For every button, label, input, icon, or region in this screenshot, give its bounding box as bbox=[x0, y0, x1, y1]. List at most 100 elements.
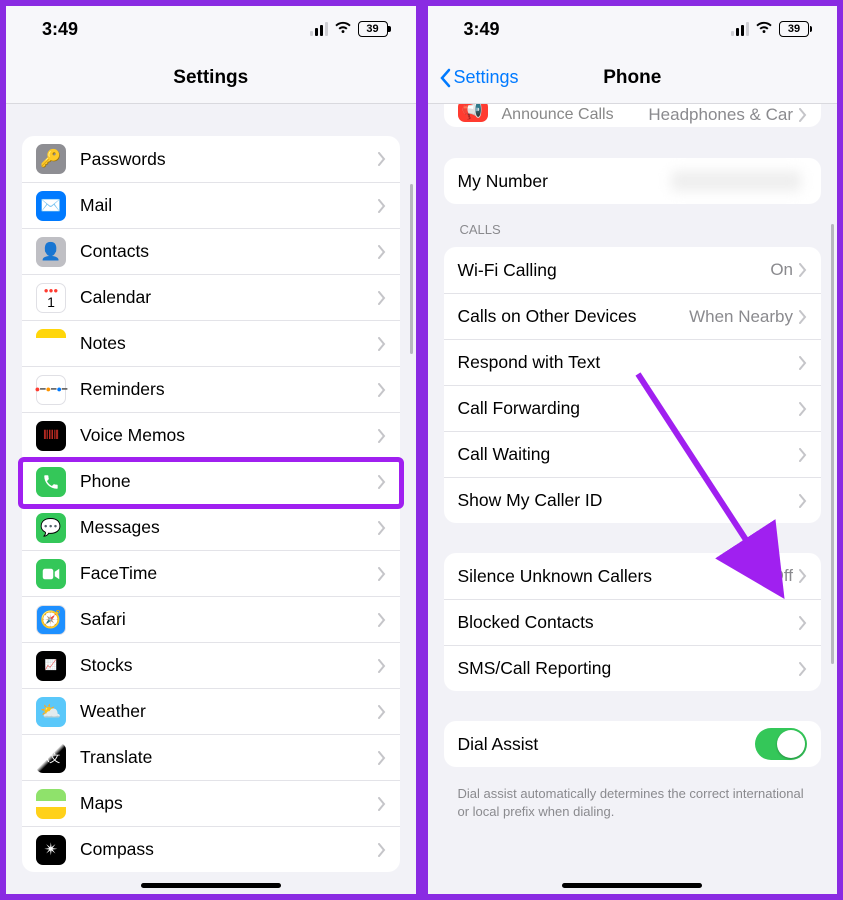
cell-label: Mail bbox=[80, 195, 378, 216]
weather-icon: ⛅ bbox=[36, 697, 66, 727]
dial-assist-toggle[interactable] bbox=[755, 728, 807, 760]
chevron-right-icon bbox=[799, 108, 807, 122]
chevron-right-icon bbox=[799, 569, 807, 583]
back-button[interactable]: Settings bbox=[428, 67, 519, 88]
cell-silence-unknown-callers[interactable]: Silence Unknown Callers Off bbox=[444, 553, 822, 599]
cell-announce-calls[interactable]: 📢 Announce Calls Headphones & Car bbox=[444, 104, 822, 127]
cell-call-forwarding[interactable]: Call Forwarding bbox=[444, 385, 822, 431]
cell-passwords[interactable]: 🔑 Passwords bbox=[22, 136, 400, 182]
chevron-right-icon bbox=[799, 662, 807, 676]
cell-maps[interactable]: Maps bbox=[22, 780, 400, 826]
nav-title: Settings bbox=[6, 67, 416, 89]
cell-mail[interactable]: ✉️ Mail bbox=[22, 182, 400, 228]
chevron-right-icon bbox=[799, 263, 807, 277]
cell-label: Stocks bbox=[80, 655, 378, 676]
cell-label: Notes bbox=[80, 333, 378, 354]
stocks-icon: 📈 bbox=[36, 651, 66, 681]
translate-icon: A文 bbox=[36, 743, 66, 773]
chevron-right-icon bbox=[378, 152, 386, 166]
cell-detail: On bbox=[770, 260, 793, 280]
cell-label: My Number bbox=[458, 171, 672, 192]
cell-label: Voice Memos bbox=[80, 425, 378, 446]
cell-dial-assist[interactable]: Dial Assist bbox=[444, 721, 822, 767]
cell-translate[interactable]: A文 Translate bbox=[22, 734, 400, 780]
chevron-right-icon bbox=[378, 337, 386, 351]
calendar-icon: ●●●1 bbox=[36, 283, 66, 313]
home-indicator[interactable] bbox=[141, 883, 281, 888]
cell-voicememos[interactable]: ⦀⦀⦀ Voice Memos bbox=[22, 412, 400, 458]
cell-label: Call Forwarding bbox=[458, 398, 800, 419]
cell-detail: When Nearby bbox=[689, 307, 793, 327]
wifi-icon bbox=[334, 19, 352, 40]
group-header-calls: CALLS bbox=[428, 216, 838, 243]
facetime-icon bbox=[36, 559, 66, 589]
cell-safari[interactable]: 🧭 Safari bbox=[22, 596, 400, 642]
cell-facetime[interactable]: FaceTime bbox=[22, 550, 400, 596]
cell-label: Safari bbox=[80, 609, 378, 630]
settings-group: 🔑 Passwords ✉️ Mail 👤 Contacts ●●●1 Cale… bbox=[22, 136, 400, 872]
cell-calendar[interactable]: ●●●1 Calendar bbox=[22, 274, 400, 320]
scroll-indicator[interactable] bbox=[410, 184, 413, 354]
cell-detail: Headphones & Car bbox=[648, 105, 793, 125]
cell-compass[interactable]: ✴︎ Compass bbox=[22, 826, 400, 872]
cell-call-waiting[interactable]: Call Waiting bbox=[444, 431, 822, 477]
scroll-indicator[interactable] bbox=[831, 224, 834, 664]
safari-icon: 🧭 bbox=[36, 605, 66, 635]
cell-label: Reminders bbox=[80, 379, 378, 400]
chevron-right-icon bbox=[799, 616, 807, 630]
home-indicator[interactable] bbox=[562, 883, 702, 888]
cell-show-caller-id[interactable]: Show My Caller ID bbox=[444, 477, 822, 523]
battery-icon: 39 bbox=[779, 21, 809, 37]
reminders-icon: ●━●━●━ bbox=[36, 375, 66, 405]
cell-sms-call-reporting[interactable]: SMS/Call Reporting bbox=[444, 645, 822, 691]
status-right: 39 bbox=[731, 19, 809, 40]
cell-label: Weather bbox=[80, 701, 378, 722]
chevron-right-icon bbox=[378, 659, 386, 673]
cell-calls-other-devices[interactable]: Calls on Other Devices When Nearby bbox=[444, 293, 822, 339]
cell-notes[interactable]: Notes bbox=[22, 320, 400, 366]
chevron-right-icon bbox=[378, 797, 386, 811]
messages-icon: 💬 bbox=[36, 513, 66, 543]
mail-icon: ✉️ bbox=[36, 191, 66, 221]
cell-label: FaceTime bbox=[80, 563, 378, 584]
key-icon: 🔑 bbox=[36, 144, 66, 174]
cell-blocked-contacts[interactable]: Blocked Contacts bbox=[444, 599, 822, 645]
calls-group: Wi-Fi Calling On Calls on Other Devices … bbox=[444, 247, 822, 523]
chevron-right-icon bbox=[378, 521, 386, 535]
chevron-right-icon bbox=[799, 310, 807, 324]
cell-label: Respond with Text bbox=[458, 352, 800, 373]
cellular-signal-icon bbox=[731, 22, 749, 36]
cell-label: Dial Assist bbox=[458, 734, 756, 755]
maps-icon bbox=[36, 789, 66, 819]
chevron-right-icon bbox=[378, 245, 386, 259]
cell-reminders[interactable]: ●━●━●━ Reminders bbox=[22, 366, 400, 412]
announce-icon: 📢 bbox=[458, 104, 488, 122]
cell-label: Contacts bbox=[80, 241, 378, 262]
voicememos-icon: ⦀⦀⦀ bbox=[36, 421, 66, 451]
cell-respond-with-text[interactable]: Respond with Text bbox=[444, 339, 822, 385]
cell-phone[interactable]: Phone bbox=[22, 458, 400, 504]
cell-label: Maps bbox=[80, 793, 378, 814]
nav-bar: Settings Phone bbox=[428, 52, 838, 104]
cell-label: Messages bbox=[80, 517, 378, 538]
phone-settings-screen: 3:49 39 Settings Phone 📢 Announce Calls … bbox=[422, 0, 843, 900]
status-bar: 3:49 39 bbox=[428, 6, 838, 52]
chevron-right-icon bbox=[378, 843, 386, 857]
cell-label: Announce Calls bbox=[502, 106, 649, 124]
cell-wifi-calling[interactable]: Wi-Fi Calling On bbox=[444, 247, 822, 293]
status-time: 3:49 bbox=[464, 19, 500, 40]
cell-messages[interactable]: 💬 Messages bbox=[22, 504, 400, 550]
chevron-right-icon bbox=[378, 429, 386, 443]
dial-assist-group: Dial Assist bbox=[444, 721, 822, 767]
chevron-right-icon bbox=[378, 705, 386, 719]
cell-contacts[interactable]: 👤 Contacts bbox=[22, 228, 400, 274]
my-number-group: My Number bbox=[444, 158, 822, 204]
cell-weather[interactable]: ⛅ Weather bbox=[22, 688, 400, 734]
chevron-right-icon bbox=[799, 494, 807, 508]
cell-stocks[interactable]: 📈 Stocks bbox=[22, 642, 400, 688]
cellular-signal-icon bbox=[310, 22, 328, 36]
cell-label: Phone bbox=[80, 471, 378, 492]
chevron-right-icon bbox=[378, 291, 386, 305]
cell-my-number[interactable]: My Number bbox=[444, 158, 822, 204]
cell-label: Calls on Other Devices bbox=[458, 306, 690, 327]
